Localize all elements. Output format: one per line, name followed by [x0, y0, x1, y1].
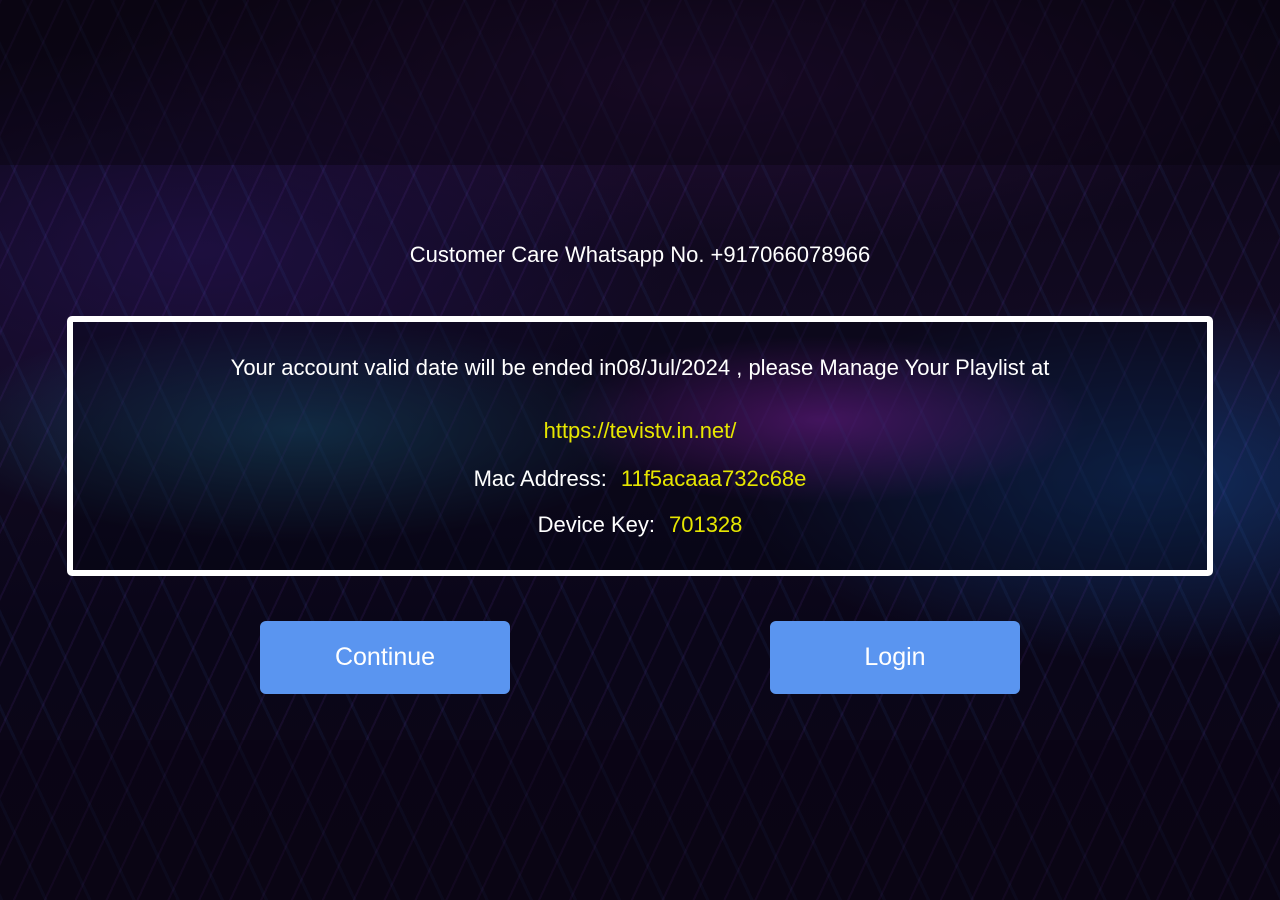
device-key-label: Device Key: — [537, 512, 655, 537]
playlist-url: https://tevistv.in.net/ — [543, 418, 737, 443]
device-key-row: Device Key: 701328 — [73, 510, 1207, 540]
mac-address-row: Mac Address: 11f5acaaa732c68e — [73, 464, 1207, 494]
activation-screen: Customer Care Whatsapp No. +917066078966… — [0, 0, 1280, 900]
background-band-bottom — [0, 740, 1280, 900]
device-key-value: 701328 — [668, 512, 743, 537]
mac-address-value: 11f5acaaa732c68e — [620, 466, 807, 491]
account-info-box: Your account valid date will be ended in… — [67, 316, 1213, 576]
mac-address-label: Mac Address: — [473, 466, 607, 491]
login-button[interactable]: Login — [770, 621, 1020, 694]
background-band-top — [0, 0, 1280, 165]
continue-button[interactable]: Continue — [260, 621, 510, 694]
expiry-message: Your account valid date will be ended in… — [230, 355, 1050, 380]
customer-care-text: Customer Care Whatsapp No. +917066078966 — [409, 242, 871, 267]
